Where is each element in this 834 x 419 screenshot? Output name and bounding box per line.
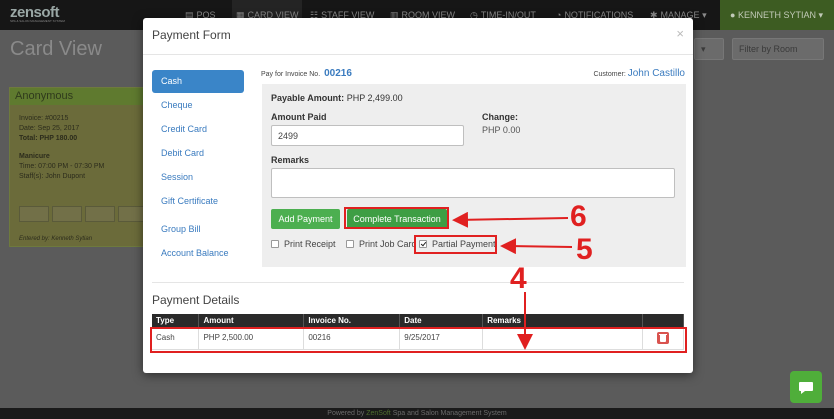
annotation-arrows bbox=[452, 211, 573, 350]
arrow-5 bbox=[500, 238, 573, 255]
arrow-6 bbox=[452, 211, 569, 228]
